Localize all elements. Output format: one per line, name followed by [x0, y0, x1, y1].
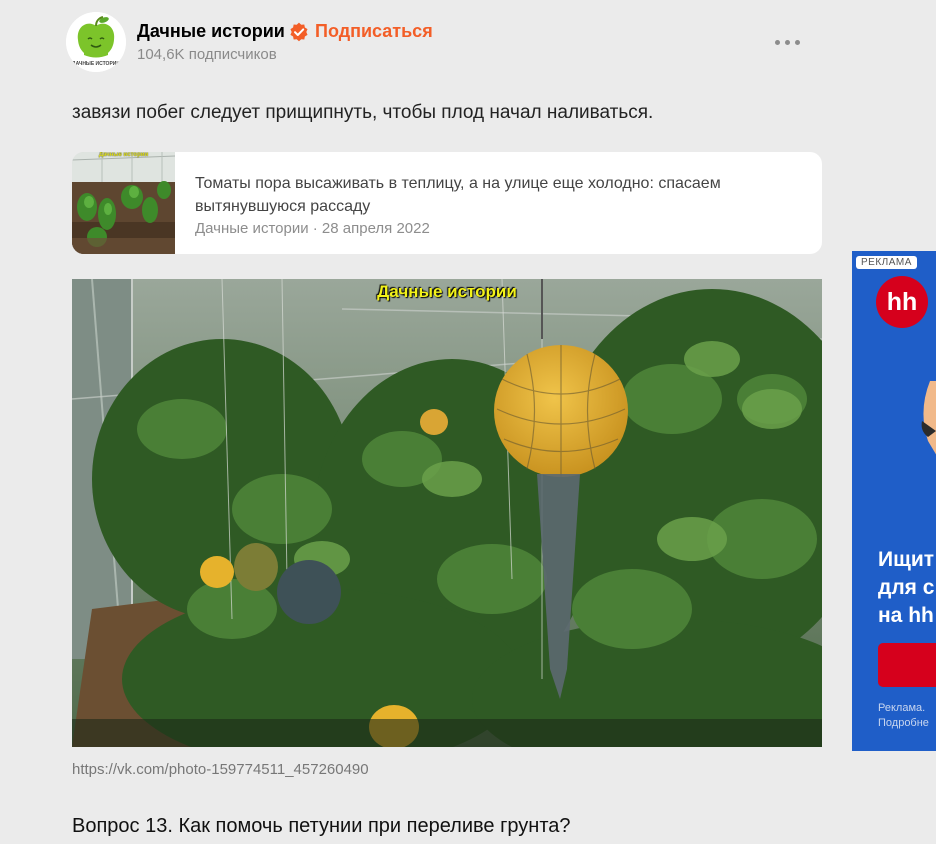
greenhouse-melon-photo [72, 279, 822, 747]
related-article-meta: Дачные истории · 28 апреля 2022 [195, 220, 430, 237]
related-article-card[interactable]: Дачные истории Томаты пора высаживать в … [72, 152, 822, 254]
ad-cta-button[interactable] [878, 643, 936, 687]
more-dots-icon[interactable] [772, 32, 802, 52]
related-article-title[interactable]: Томаты пора высаживать в теплицу, а на у… [195, 172, 795, 218]
avatar-caption: ДАЧНЫЕ ИСТОРИИ [72, 61, 120, 67]
channel-avatar[interactable]: ДАЧНЫЕ ИСТОРИИ [66, 12, 126, 72]
channel-name[interactable]: Дачные истории [137, 21, 285, 42]
ad-headline: Ищит для с на hh [878, 548, 935, 627]
section-heading: Вопрос 13. Как помочь петунии при перели… [72, 815, 571, 837]
photo-source-link[interactable]: https://vk.com/photo-159774511_457260490 [72, 761, 369, 778]
ad-illustration [921, 381, 936, 455]
subscribers-count: 104,6K подписчиков [137, 46, 277, 63]
hh-logo[interactable]: hh [876, 276, 928, 328]
channel-header: ДАЧНЫЕ ИСТОРИИ Дачные истории Подписатьс… [66, 12, 806, 72]
photo-watermark: Дачные истории [377, 282, 517, 301]
thumbnail-watermark: Дачные истории [98, 152, 149, 158]
related-article-thumbnail [72, 152, 175, 254]
ad-disclaimer: Реклама. Подробне [878, 702, 929, 729]
ad-banner[interactable]: РЕКЛАМА hh Ищит для с на hh Реклама. Под… [852, 251, 936, 751]
article-paragraph: завязи побег следует прищипнуть, чтобы п… [72, 102, 654, 123]
verified-badge-icon [290, 22, 308, 42]
article-photo[interactable]: Дачные истории [72, 279, 822, 747]
subscribe-button[interactable]: Подписаться [315, 21, 433, 42]
ad-label: РЕКЛАМА [856, 256, 917, 269]
